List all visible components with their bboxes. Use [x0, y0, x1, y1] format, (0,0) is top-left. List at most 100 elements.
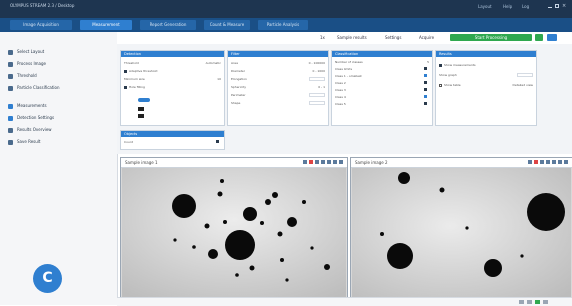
maximize-icon[interactable]: [555, 4, 559, 8]
checkbox-icon[interactable]: [124, 85, 127, 89]
help-control[interactable]: Help: [503, 4, 512, 9]
viewer-header: Sample image 1: [121, 158, 347, 168]
filter-row[interactable]: Shape: [231, 101, 325, 105]
fit-icon[interactable]: [333, 160, 337, 164]
tab-report-generation[interactable]: Report Generation: [140, 20, 196, 30]
grid-icon[interactable]: [315, 160, 319, 164]
status-icon[interactable]: [527, 300, 532, 304]
play-icon[interactable]: [535, 34, 543, 41]
checkbox-icon[interactable]: [124, 69, 127, 73]
checkbox-icon[interactable]: [439, 63, 442, 67]
layout-control[interactable]: Layout: [478, 4, 492, 9]
sidebar-item-select-layout[interactable]: Select Layout: [8, 48, 44, 56]
class-color-icon: [424, 88, 427, 91]
sidebar-item-process-image[interactable]: Process Image: [8, 60, 46, 68]
elongation-field[interactable]: [309, 77, 325, 81]
viewer-header: Sample image 2: [351, 158, 572, 168]
detection-row[interactable]: Threshold Automatic: [124, 61, 221, 65]
image-viewer-1[interactable]: Sample image 1: [120, 157, 348, 299]
perimeter-field[interactable]: [309, 93, 325, 97]
sidebar-item-save-result[interactable]: Save Result: [8, 138, 40, 146]
class-row[interactable]: Class 1 – smallest: [335, 74, 429, 78]
results-row[interactable]: Show table Detailed view: [439, 83, 533, 87]
close-icon[interactable]: ×: [562, 4, 566, 9]
checkbox-icon[interactable]: [439, 83, 442, 87]
filter-row[interactable]: Sphericity 0 - 1: [231, 85, 325, 89]
class-row[interactable]: Class 4: [335, 95, 429, 99]
options-icon[interactable]: [547, 34, 557, 41]
record-icon[interactable]: [534, 160, 538, 164]
class-row[interactable]: Class 5: [335, 102, 429, 106]
sample-results-option[interactable]: Sample results: [337, 35, 367, 40]
grid-icon[interactable]: [540, 160, 544, 164]
title-bar: OLYMPUS STREAM 2.3 / Desktop Layout Help…: [0, 0, 572, 18]
zoom-in-icon[interactable]: [546, 160, 550, 164]
class-color-icon: [424, 74, 427, 77]
acquire-option[interactable]: Acquire: [419, 35, 434, 40]
tab-count-measure[interactable]: Count & Measure: [204, 20, 250, 30]
zoom-in-icon[interactable]: [321, 160, 325, 164]
tab-particle-analysis[interactable]: Particle Analysis: [258, 20, 308, 30]
settings-option[interactable]: Settings: [385, 35, 401, 40]
filter-row[interactable]: Elongation: [231, 77, 325, 81]
detection-panel: Detection Threshold Automatic Adaptive th…: [120, 50, 225, 126]
color-swatch[interactable]: [138, 98, 150, 102]
tab-measurement[interactable]: Measurement: [80, 20, 132, 30]
select-tool-icon[interactable]: [303, 160, 307, 164]
class-row[interactable]: Class 3: [335, 88, 429, 92]
zoom-level[interactable]: 1x: [320, 35, 325, 40]
count-toggle-icon[interactable]: [216, 140, 219, 143]
status-icon[interactable]: [519, 300, 524, 304]
log-control[interactable]: Log: [522, 4, 529, 9]
minimize-icon[interactable]: [548, 7, 552, 8]
fit-icon[interactable]: [558, 160, 562, 164]
record-icon[interactable]: [309, 160, 313, 164]
sidebar-item-results-overview[interactable]: Results Overview: [8, 126, 52, 134]
sample-image-1[interactable]: [122, 168, 346, 297]
class-row[interactable]: Class limits: [335, 67, 429, 71]
objects-row[interactable]: Count: [124, 140, 221, 144]
layout-icon: [8, 49, 13, 55]
results-row[interactable]: Show graph: [439, 73, 533, 77]
sidebar-item-detection-settings[interactable]: Detection Settings: [8, 114, 54, 122]
classification-panel: Classification Number of classes 5 Class …: [331, 50, 433, 126]
filter-row[interactable]: Perimeter: [231, 93, 325, 97]
sidebar-item-particle-classification[interactable]: Particle Classification: [8, 84, 60, 92]
start-processing-button[interactable]: Start Processing: [450, 34, 532, 41]
fullscreen-icon[interactable]: [339, 160, 343, 164]
select-tool-icon[interactable]: [528, 160, 532, 164]
detection-panel-title: Detection: [121, 51, 224, 57]
measure-icon: [8, 103, 13, 109]
black-swatch[interactable]: [138, 114, 144, 118]
detection-row[interactable]: Minimum size 10: [124, 77, 221, 81]
fullscreen-icon[interactable]: [564, 160, 568, 164]
filter-row[interactable]: Area 0 - 100000: [231, 61, 325, 65]
class-color-icon: [424, 81, 427, 84]
results-row[interactable]: Show measurements: [439, 63, 533, 67]
results-panel: Results Show measurements Show graph Sho…: [435, 50, 537, 126]
window-controls[interactable]: ×: [548, 4, 566, 10]
image-viewer-2[interactable]: Sample image 2: [350, 157, 572, 299]
classification-panel-title: Classification: [332, 51, 432, 57]
classify-icon: [8, 85, 13, 91]
sample-image-2[interactable]: [352, 168, 571, 297]
class-row[interactable]: Class 2: [335, 81, 429, 85]
settings-strip: Detection Threshold Automatic Adaptive th…: [117, 44, 572, 154]
detection-row[interactable]: Hole filling: [124, 85, 221, 89]
status-icon[interactable]: [535, 300, 540, 304]
zoom-out-icon[interactable]: [327, 160, 331, 164]
status-icon[interactable]: [543, 300, 548, 304]
black-swatch[interactable]: [138, 107, 144, 111]
tab-image-acquisition[interactable]: Image Acquisition: [10, 20, 72, 30]
viewer-toolbar: [526, 160, 568, 165]
sidebar-item-threshold[interactable]: Threshold: [8, 72, 37, 80]
filter-row[interactable]: Diameter 0 - 1000: [231, 69, 325, 73]
graph-field[interactable]: [517, 73, 533, 77]
sidebar-item-measurements[interactable]: Measurements: [8, 102, 47, 110]
filter-panel: Filter Area 0 - 100000 Diameter 0 - 1000 E…: [227, 50, 329, 126]
shape-field[interactable]: [309, 101, 325, 105]
viewer-title: Sample image 2: [355, 160, 388, 165]
zoom-out-icon[interactable]: [552, 160, 556, 164]
detection-row[interactable]: Adaptive threshold: [124, 69, 221, 73]
class-row[interactable]: Number of classes 5: [335, 60, 429, 64]
